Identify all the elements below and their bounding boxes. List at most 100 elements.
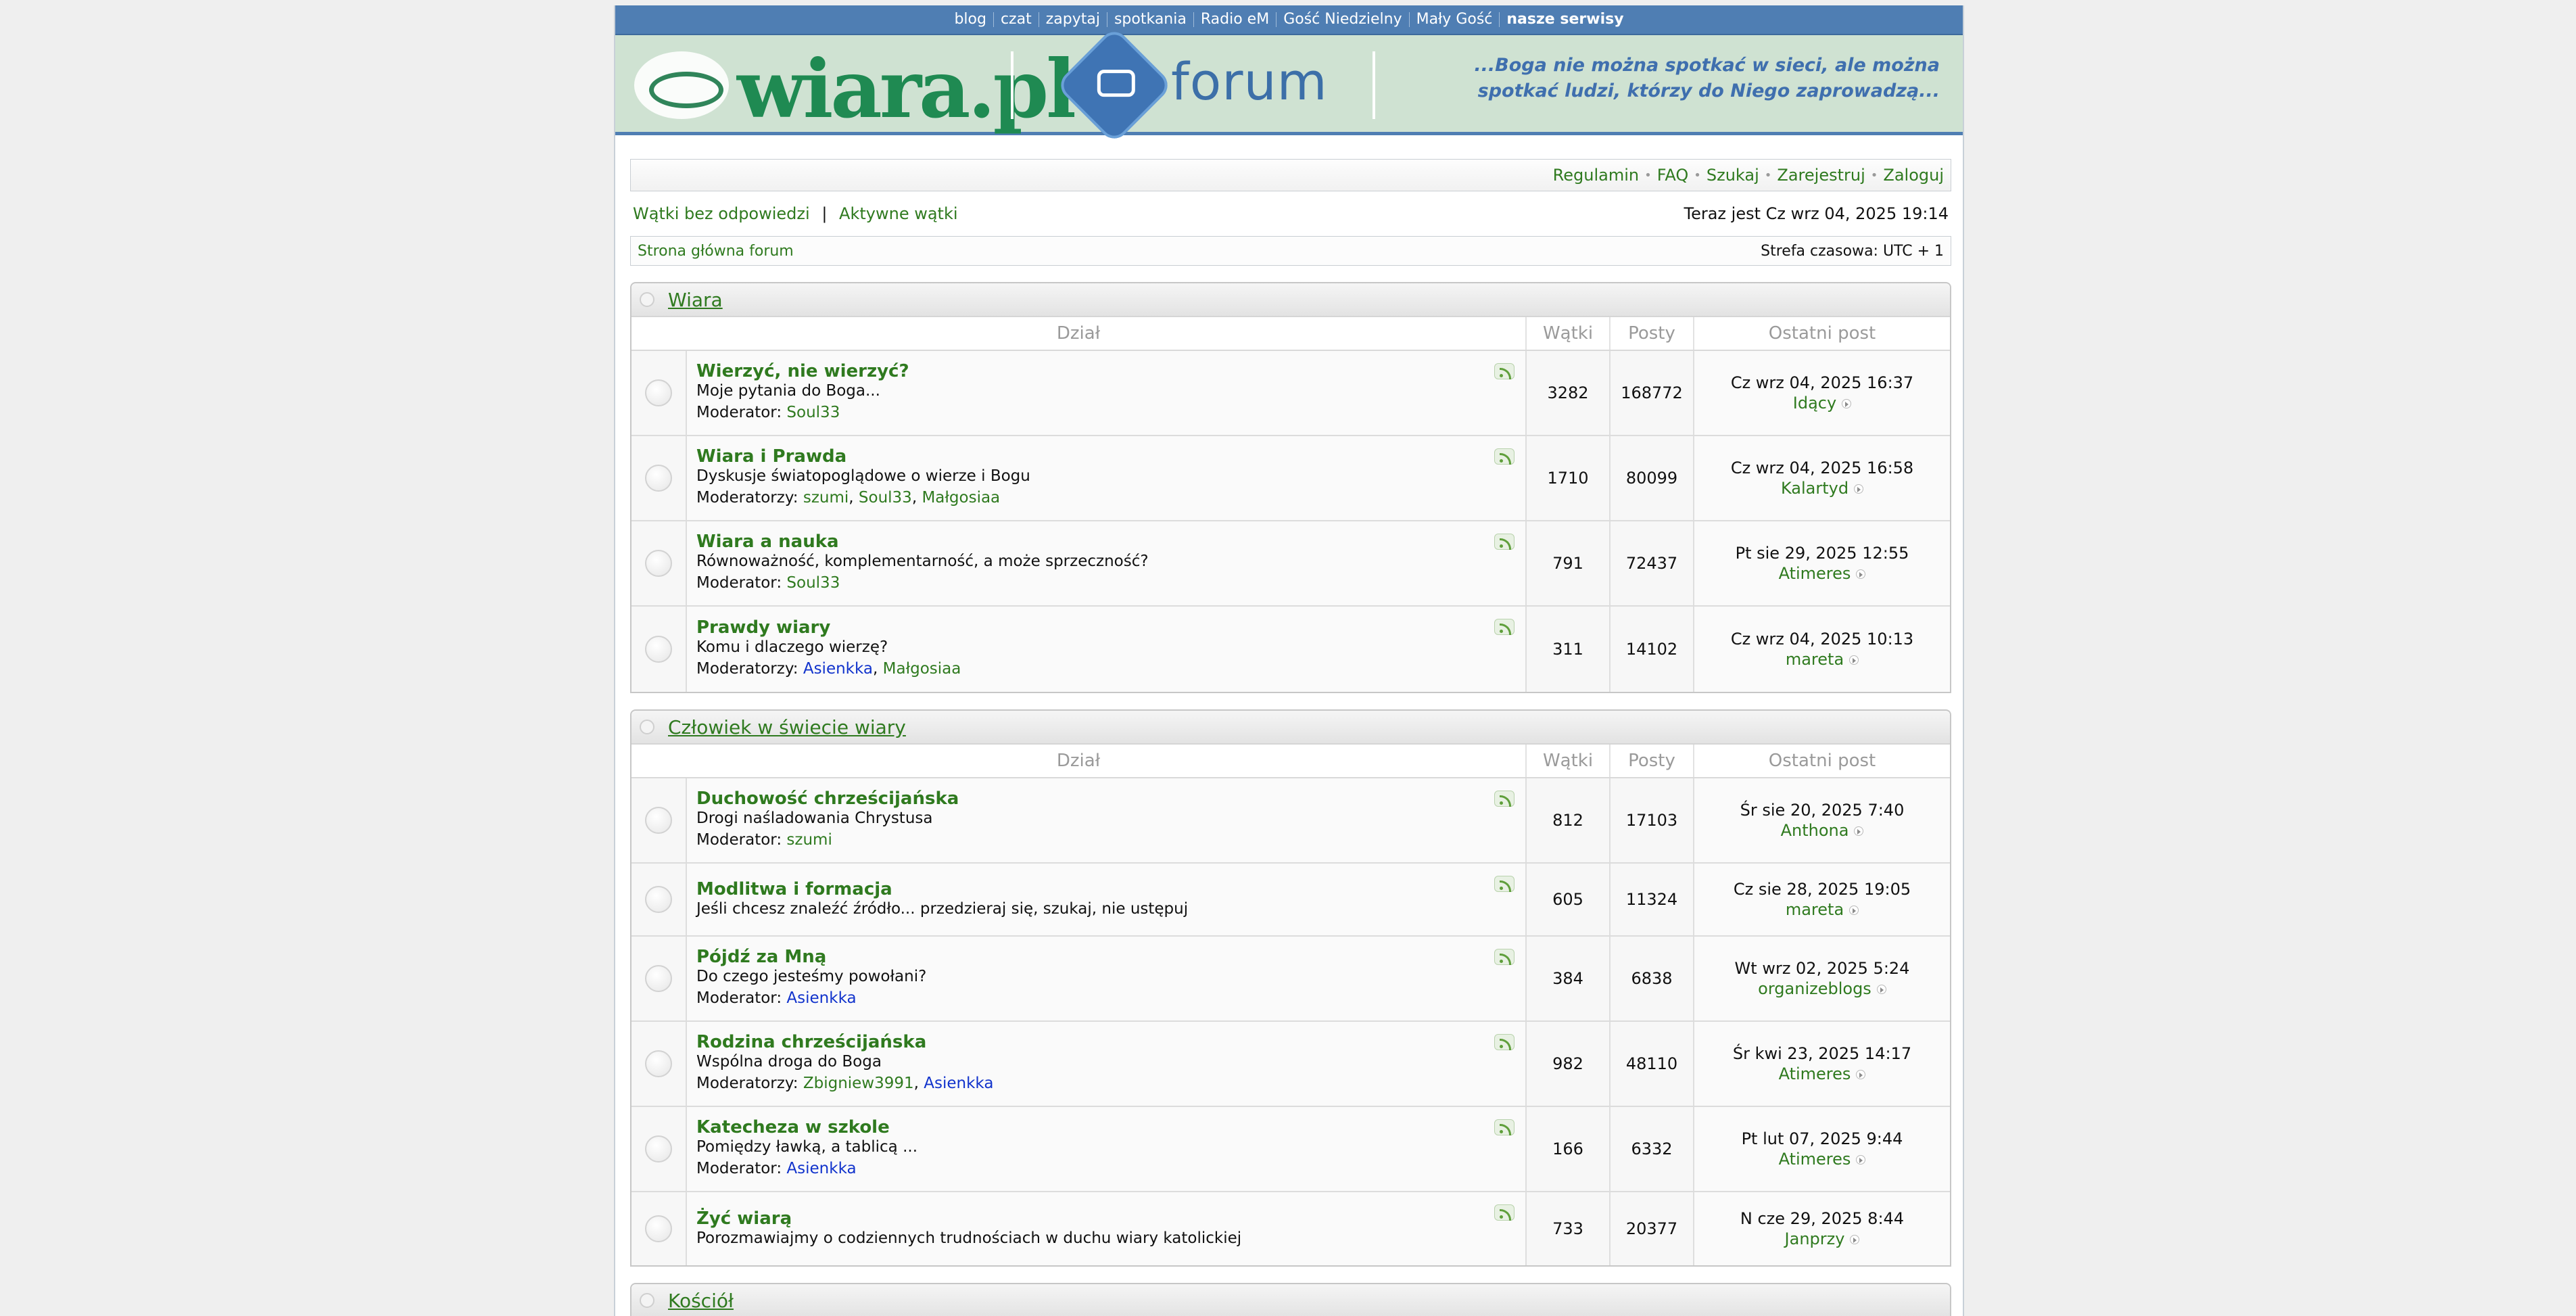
last-post-author[interactable]: organizeblogs [1758,979,1871,998]
moderator-link[interactable]: Zbigniew3991 [803,1075,914,1092]
navbar-link-faq[interactable]: FAQ [1657,166,1689,185]
forum-title-link[interactable]: Wierzyć, nie wierzyć? [696,362,909,381]
last-post-author[interactable]: mareta [1786,900,1844,919]
forum-title-link[interactable]: Pójdź za Mną [696,947,826,966]
forum-title-link[interactable]: Katecheza w szkole [696,1118,890,1137]
forum-description: Jeśli chcesz znaleźć źródło... przedzier… [696,900,1189,918]
forum-title-link[interactable]: Modlitwa i formacja [696,880,892,899]
view-latest-post-icon[interactable] [1856,1070,1866,1079]
moderator-link[interactable]: Małgosiaa [883,660,961,678]
view-latest-post-icon[interactable] [1876,985,1886,994]
last-post-author-line: Janprzy [1785,1229,1860,1249]
timezone-info: Strefa czasowa: UTC + 1 [1761,242,1944,260]
navbar-link-zarejestruj[interactable]: Zarejestruj [1777,166,1865,185]
last-post-author[interactable]: Atimeres [1779,1064,1851,1083]
view-latest-post-icon[interactable] [1856,569,1866,579]
active-topics-link[interactable]: Aktywne wątki [839,204,957,223]
view-latest-post-icon[interactable] [1854,826,1864,836]
moderator-label: Moderator: [696,989,782,1007]
last-post-author[interactable]: Idący [1793,394,1836,413]
rss-feed-icon[interactable] [1494,876,1514,892]
topnav-link-spotkania[interactable]: spotkania [1106,12,1193,27]
navbar-link-zaloguj[interactable]: Zaloguj [1883,166,1944,185]
view-latest-post-icon[interactable] [1854,484,1864,494]
forum-title-link[interactable]: Żyć wiarą [696,1209,792,1228]
fish-logo-icon[interactable] [634,51,729,119]
moderator-link[interactable]: Soul33 [786,574,840,592]
forum-title-link[interactable]: Wiara a nauka [696,532,839,551]
section-title-link[interactable]: Kościół [668,1290,734,1312]
forum-info-cell: Rodzina chrześcijańska Wspólna droga do B… [686,1022,1525,1106]
topnav-link-blog[interactable]: blog [947,12,993,27]
view-latest-post-icon[interactable] [1842,399,1852,408]
rss-feed-icon[interactable] [1494,448,1514,465]
view-latest-post-icon[interactable] [1856,1155,1866,1165]
unanswered-topics-link[interactable]: Wątki bez odpowiedzi [633,204,810,223]
post-count: 17103 [1609,778,1693,862]
forum-moderators: Moderator: Asienkka [696,1157,857,1180]
rss-feed-icon[interactable] [1494,619,1514,635]
last-post-date: Cz wrz 04, 2025 16:58 [1730,459,1914,477]
forum-info-cell: Modlitwa i formacja Jeśli chcesz znaleźć … [686,864,1525,935]
view-latest-post-icon[interactable] [1849,655,1859,665]
moderator-link[interactable]: Asienkka [786,989,856,1007]
last-post-author[interactable]: Atimeres [1779,564,1851,583]
topnav-link-zapytaj[interactable]: zapytaj [1038,12,1107,27]
topic-count: 605 [1525,864,1609,935]
post-count: 11324 [1609,864,1693,935]
moderator-link[interactable]: szumi [786,831,832,849]
last-post-author[interactable]: mareta [1786,650,1844,669]
topnav-link-gość-niedzielny[interactable]: Gość Niedzielny [1276,12,1408,27]
last-post-author[interactable]: Kalartyd [1781,479,1848,498]
navbar-bullet: • [1870,168,1878,183]
moderator-link[interactable]: szumi [803,489,849,507]
forum-status-icon [645,465,672,492]
forum-logo[interactable]: forum [1171,51,1328,112]
rss-feed-icon[interactable] [1494,1204,1514,1221]
forum-title-link[interactable]: Prawdy wiary [696,618,830,637]
user-navbar: Regulamin • FAQ • Szukaj • Zarejestruj • Zaloguj [630,159,1951,191]
moderator-link[interactable]: Soul33 [786,404,840,421]
forum-info-cell: Prawdy wiary Komu i dlaczego wierzę? Moder… [686,607,1525,692]
forum-status-icon [645,636,672,663]
topnav-link-nasze-serwisy[interactable]: nasze serwisy [1499,12,1630,27]
navbar-link-szukaj[interactable]: Szukaj [1707,166,1759,185]
forum-title-link[interactable]: Duchowość chrześcijańska [696,789,959,808]
topnav-link-mały-gość[interactable]: Mały Gość [1408,12,1500,27]
moderator-link[interactable]: Małgosiaa [922,489,1000,507]
last-post-date: Śr sie 20, 2025 7:40 [1740,801,1905,820]
forum-home-link[interactable]: Strona główna forum [638,243,794,260]
rss-feed-icon[interactable] [1494,791,1514,807]
section-title-link[interactable]: Wiara [668,289,723,311]
topnav-link-radio-em[interactable]: Radio eM [1193,12,1276,27]
forum-title-link[interactable]: Rodzina chrześcijańska [696,1033,926,1052]
moderator-link[interactable]: Asienkka [803,660,873,678]
section-header: Kościół [631,1284,1950,1316]
rss-feed-icon[interactable] [1494,1119,1514,1135]
view-latest-post-icon[interactable] [1849,906,1859,915]
rss-feed-icon[interactable] [1494,949,1514,965]
view-latest-post-icon[interactable] [1850,1235,1860,1244]
column-headers: Dział Wątki Posty Ostatni post [631,745,1950,778]
moderator-link[interactable]: Soul33 [859,489,912,507]
navbar-link-regulamin[interactable]: Regulamin [1553,166,1639,185]
last-post-author[interactable]: Janprzy [1785,1229,1845,1248]
topnav-link-czat[interactable]: czat [993,12,1039,27]
forum-moderators: Moderatorzy: Zbigniew3991, Asienkka [696,1075,994,1092]
last-post-author[interactable]: Anthona [1781,821,1849,840]
moderator-link[interactable]: Asienkka [924,1075,993,1092]
topic-count: 982 [1525,1022,1609,1106]
moderator-link[interactable]: Asienkka [786,1160,856,1177]
column-header-topics: Wątki [1525,745,1609,777]
rss-feed-icon[interactable] [1494,363,1514,379]
current-time: Teraz jest Cz wrz 04, 2025 19:14 [1684,204,1949,223]
section-title-link[interactable]: Człowiek w świecie wiary [668,716,906,738]
last-post-date: N cze 29, 2025 8:44 [1740,1209,1905,1228]
last-post-author[interactable]: Atimeres [1779,1150,1851,1169]
topic-count: 166 [1525,1107,1609,1191]
site-logo[interactable]: wiara.pl [737,42,1076,136]
rss-feed-icon[interactable] [1494,534,1514,550]
forum-title-link[interactable]: Wiara i Prawda [696,447,846,466]
forum-status-icon [645,379,672,406]
rss-feed-icon[interactable] [1494,1034,1514,1050]
